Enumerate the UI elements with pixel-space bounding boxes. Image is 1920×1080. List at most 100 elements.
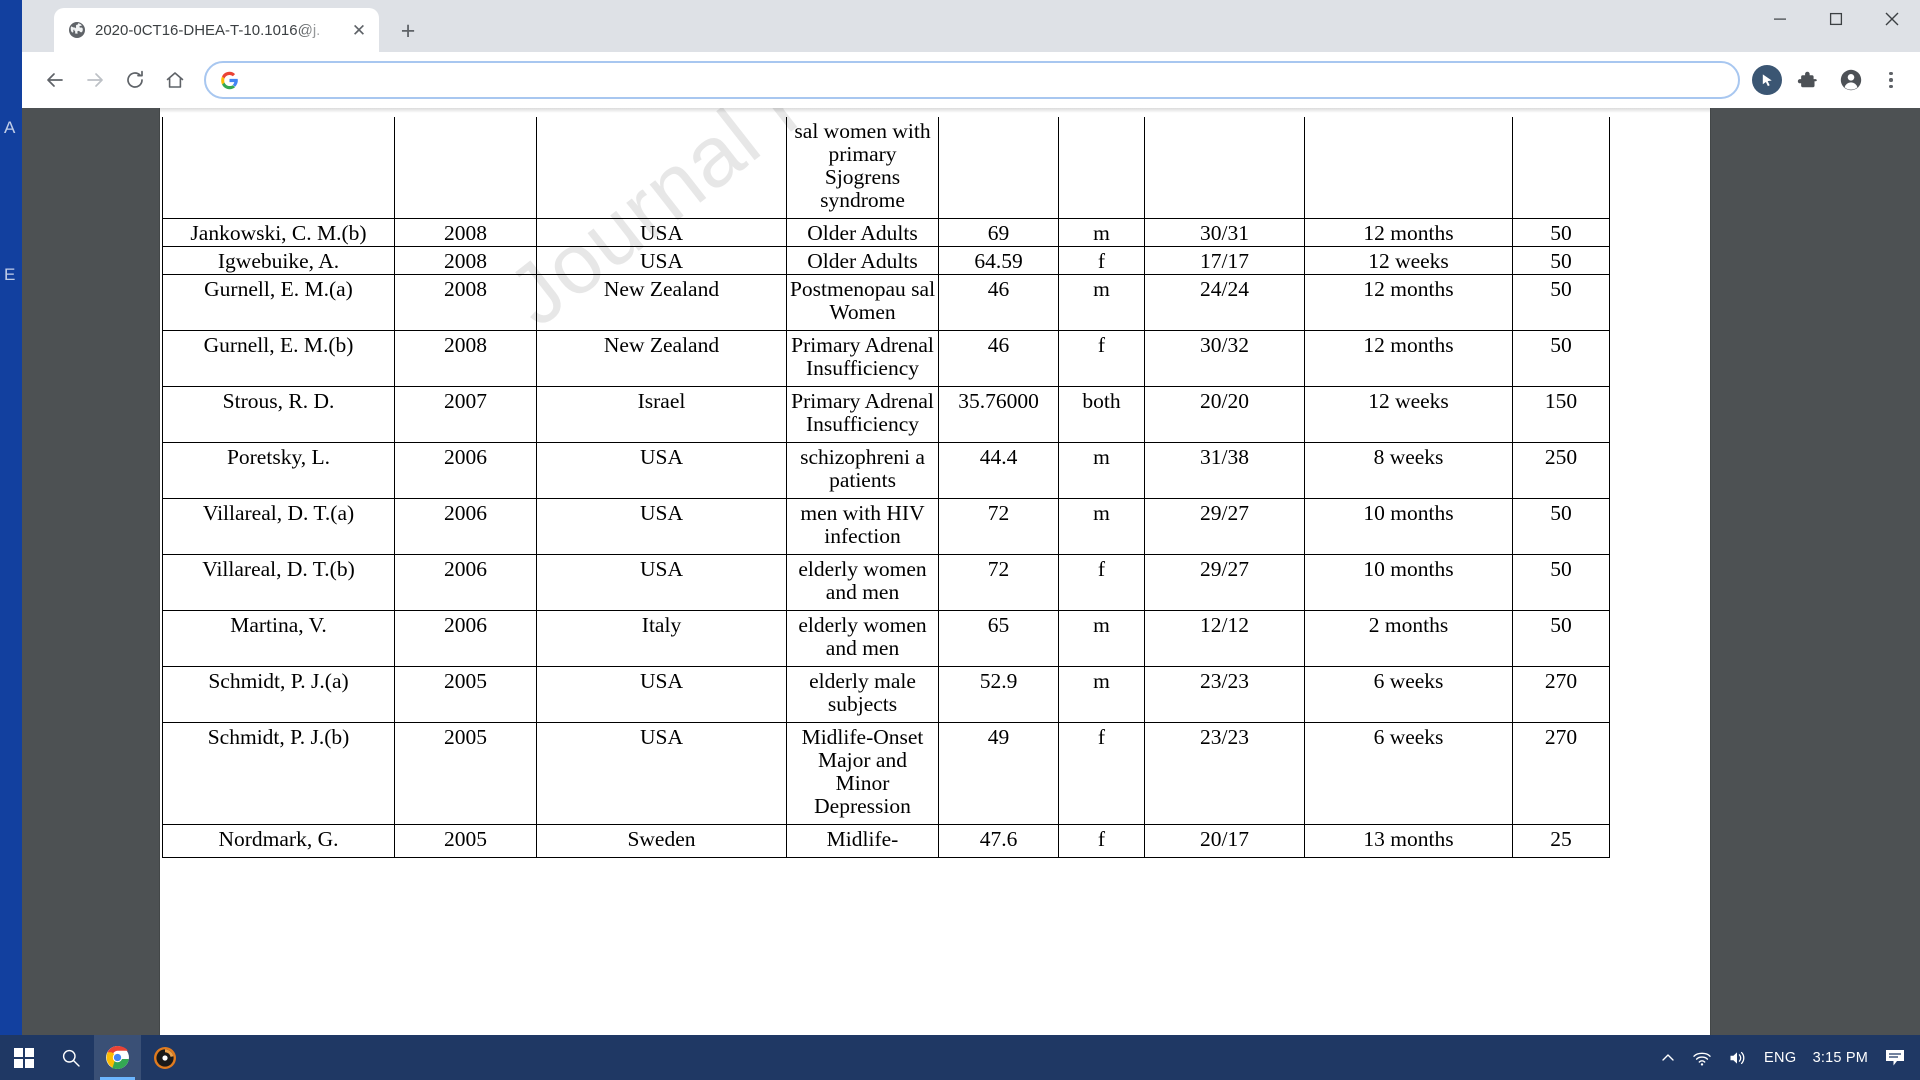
cell-ratio: 12/12 <box>1144 610 1305 667</box>
back-arrow-icon[interactable] <box>36 61 74 99</box>
table-row: Jankowski, C. M.(b) 2008 USA Older Adult… <box>162 218 1610 247</box>
tab-strip: 2020-0CT16-DHEA-T-10.1016@j. ✕ + <box>22 0 1920 52</box>
cell-author: Poretsky, L. <box>162 442 395 499</box>
cell-dose: 50 <box>1512 498 1610 555</box>
minimize-button[interactable] <box>1752 0 1808 38</box>
cell-year-empty <box>394 117 537 219</box>
table-row: Schmidt, P. J.(a) 2005 USA elderly male … <box>162 666 1610 723</box>
wifi-icon[interactable] <box>1692 1049 1712 1067</box>
new-tab-button[interactable]: + <box>391 14 425 48</box>
maximize-button[interactable] <box>1808 0 1864 38</box>
pdf-page: Journal Pre-proof sal women with primary… <box>160 108 1710 1035</box>
cell-population: elderly male subjects <box>786 666 939 723</box>
cell-year: 2008 <box>394 246 537 275</box>
cell-country: Israel <box>536 386 787 443</box>
table-row-partial: sal women with primary Sjogrens syndrome <box>162 117 1610 219</box>
cell-gender: m <box>1058 498 1145 555</box>
cell-gender: f <box>1058 824 1145 858</box>
cell-population: elderly women and men <box>786 610 939 667</box>
cell-population: Midlife-Onset Major and Minor Depression <box>786 722 939 825</box>
cell-gender: m <box>1058 218 1145 247</box>
cell-age: 65 <box>938 610 1059 667</box>
cell-gender: m <box>1058 442 1145 499</box>
windows-start-icon[interactable] <box>0 1035 47 1080</box>
forward-arrow-icon[interactable] <box>76 61 114 99</box>
cell-year: 2008 <box>394 330 537 387</box>
address-input[interactable] <box>251 71 1724 89</box>
address-bar[interactable] <box>204 61 1740 99</box>
cell-duration: 6 weeks <box>1304 666 1513 723</box>
table-row: Schmidt, P. J.(b) 2005 USA Midlife-Onset… <box>162 722 1610 825</box>
chevron-up-icon[interactable] <box>1660 1050 1676 1066</box>
cell-country: New Zealand <box>536 330 787 387</box>
cell-population: men with HIV infection <box>786 498 939 555</box>
cell-population: Older Adults <box>786 218 939 247</box>
cell-age: 46 <box>938 330 1059 387</box>
cell-population: Postmenopau sal Women <box>786 274 939 331</box>
cell-author: Igwebuike, A. <box>162 246 395 275</box>
account-avatar-icon[interactable] <box>1832 61 1870 99</box>
cell-age: 64.59 <box>938 246 1059 275</box>
cell-population-continued: sal women with primary Sjogrens syndrome <box>786 117 939 219</box>
cell-country: USA <box>536 498 787 555</box>
reload-icon[interactable] <box>116 61 154 99</box>
tab-title: 2020-0CT16-DHEA-T-10.1016@j. <box>95 21 321 39</box>
close-tab-icon[interactable]: ✕ <box>347 18 371 42</box>
notification-icon[interactable] <box>1884 1048 1906 1068</box>
cell-age: 44.4 <box>938 442 1059 499</box>
taskbar-clock[interactable]: 3:15 PM <box>1813 1050 1868 1066</box>
puzzle-piece-icon[interactable] <box>1788 61 1826 99</box>
search-icon[interactable] <box>47 1035 94 1080</box>
cell-country: USA <box>536 246 787 275</box>
table-row: Villareal, D. T.(b) 2006 USA elderly wom… <box>162 554 1610 611</box>
cell-gender: m <box>1058 666 1145 723</box>
cell-duration: 6 weeks <box>1304 722 1513 825</box>
taskbar-media-player-icon[interactable] <box>141 1035 188 1080</box>
cell-country: USA <box>536 666 787 723</box>
cell-ratio: 23/23 <box>1144 722 1305 825</box>
cell-duration: 12 weeks <box>1304 246 1513 275</box>
background-sidebar-label-e: E <box>4 265 16 284</box>
cell-dose: 25 <box>1512 824 1610 858</box>
cell-population: Primary Adrenal Insufficiency <box>786 330 939 387</box>
cell-author: Villareal, D. T.(a) <box>162 498 395 555</box>
cell-age: 46 <box>938 274 1059 331</box>
cell-ratio: 23/23 <box>1144 666 1305 723</box>
google-g-icon <box>220 71 239 90</box>
cell-country: USA <box>536 442 787 499</box>
mouse-pointer-icon[interactable] <box>1752 65 1782 95</box>
cell-ratio-empty <box>1144 117 1305 219</box>
cell-gender: f <box>1058 554 1145 611</box>
language-indicator[interactable]: ENG <box>1764 1050 1797 1066</box>
cell-gender: f <box>1058 722 1145 825</box>
home-icon[interactable] <box>156 61 194 99</box>
cell-author: Schmidt, P. J.(b) <box>162 722 395 825</box>
cell-dose: 270 <box>1512 722 1610 825</box>
three-dot-menu-icon[interactable] <box>1876 71 1906 89</box>
cell-age: 52.9 <box>938 666 1059 723</box>
globe-icon <box>68 21 86 39</box>
cell-duration: 12 months <box>1304 218 1513 247</box>
cell-author: Strous, R. D. <box>162 386 395 443</box>
cell-year: 2006 <box>394 554 537 611</box>
table-row: Gurnell, E. M.(b) 2008 New Zealand Prima… <box>162 330 1610 387</box>
cell-gender: both <box>1058 386 1145 443</box>
cell-age: 69 <box>938 218 1059 247</box>
cell-country-empty <box>536 117 787 219</box>
close-button[interactable] <box>1864 0 1920 38</box>
browser-tab[interactable]: 2020-0CT16-DHEA-T-10.1016@j. ✕ <box>54 8 379 52</box>
cell-duration: 12 weeks <box>1304 386 1513 443</box>
cell-author: Villareal, D. T.(b) <box>162 554 395 611</box>
cell-age: 47.6 <box>938 824 1059 858</box>
cell-gender: f <box>1058 246 1145 275</box>
cell-year: 2006 <box>394 610 537 667</box>
cell-country: New Zealand <box>536 274 787 331</box>
cell-dose: 50 <box>1512 330 1610 387</box>
cell-age: 72 <box>938 498 1059 555</box>
toolbar-actions <box>1752 61 1906 99</box>
taskbar-chrome-icon[interactable] <box>94 1035 141 1080</box>
volume-icon[interactable] <box>1728 1049 1748 1067</box>
system-tray: ENG 3:15 PM <box>1660 1035 1920 1080</box>
cell-year: 2005 <box>394 666 537 723</box>
table-row: Strous, R. D. 2007 Israel Primary Adrena… <box>162 386 1610 443</box>
